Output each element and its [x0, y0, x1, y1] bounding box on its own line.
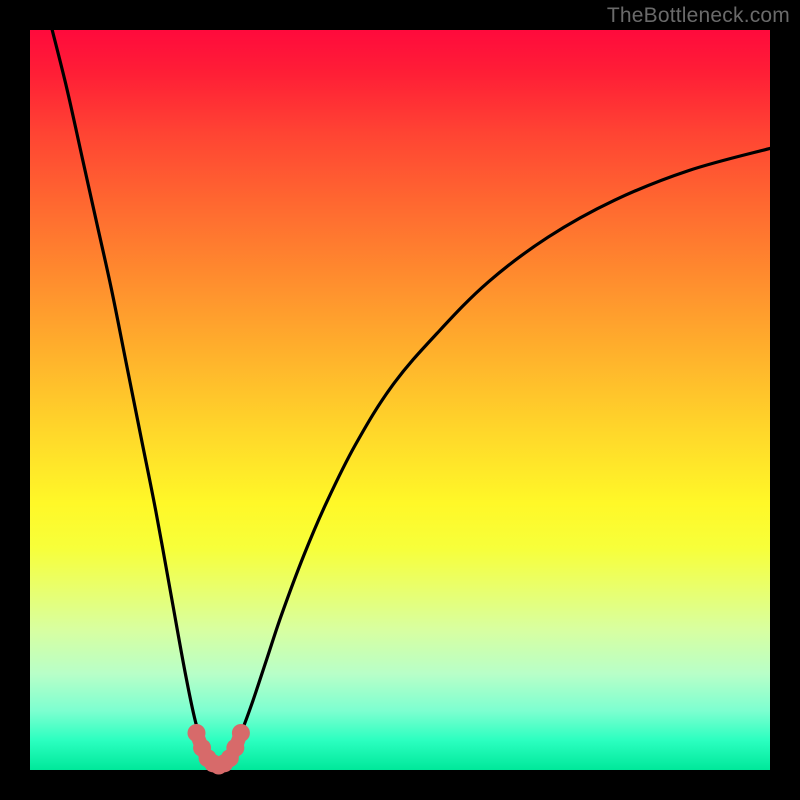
curve-right-branch: [219, 148, 770, 766]
watermark-text: TheBottleneck.com: [607, 4, 790, 28]
chart-frame: TheBottleneck.com: [0, 0, 800, 800]
curve-left-branch: [52, 30, 219, 766]
curve-svg: [30, 30, 770, 770]
valley-dot: [232, 724, 250, 742]
valley-u-marker-dots: [188, 724, 250, 775]
plot-area: [30, 30, 770, 770]
